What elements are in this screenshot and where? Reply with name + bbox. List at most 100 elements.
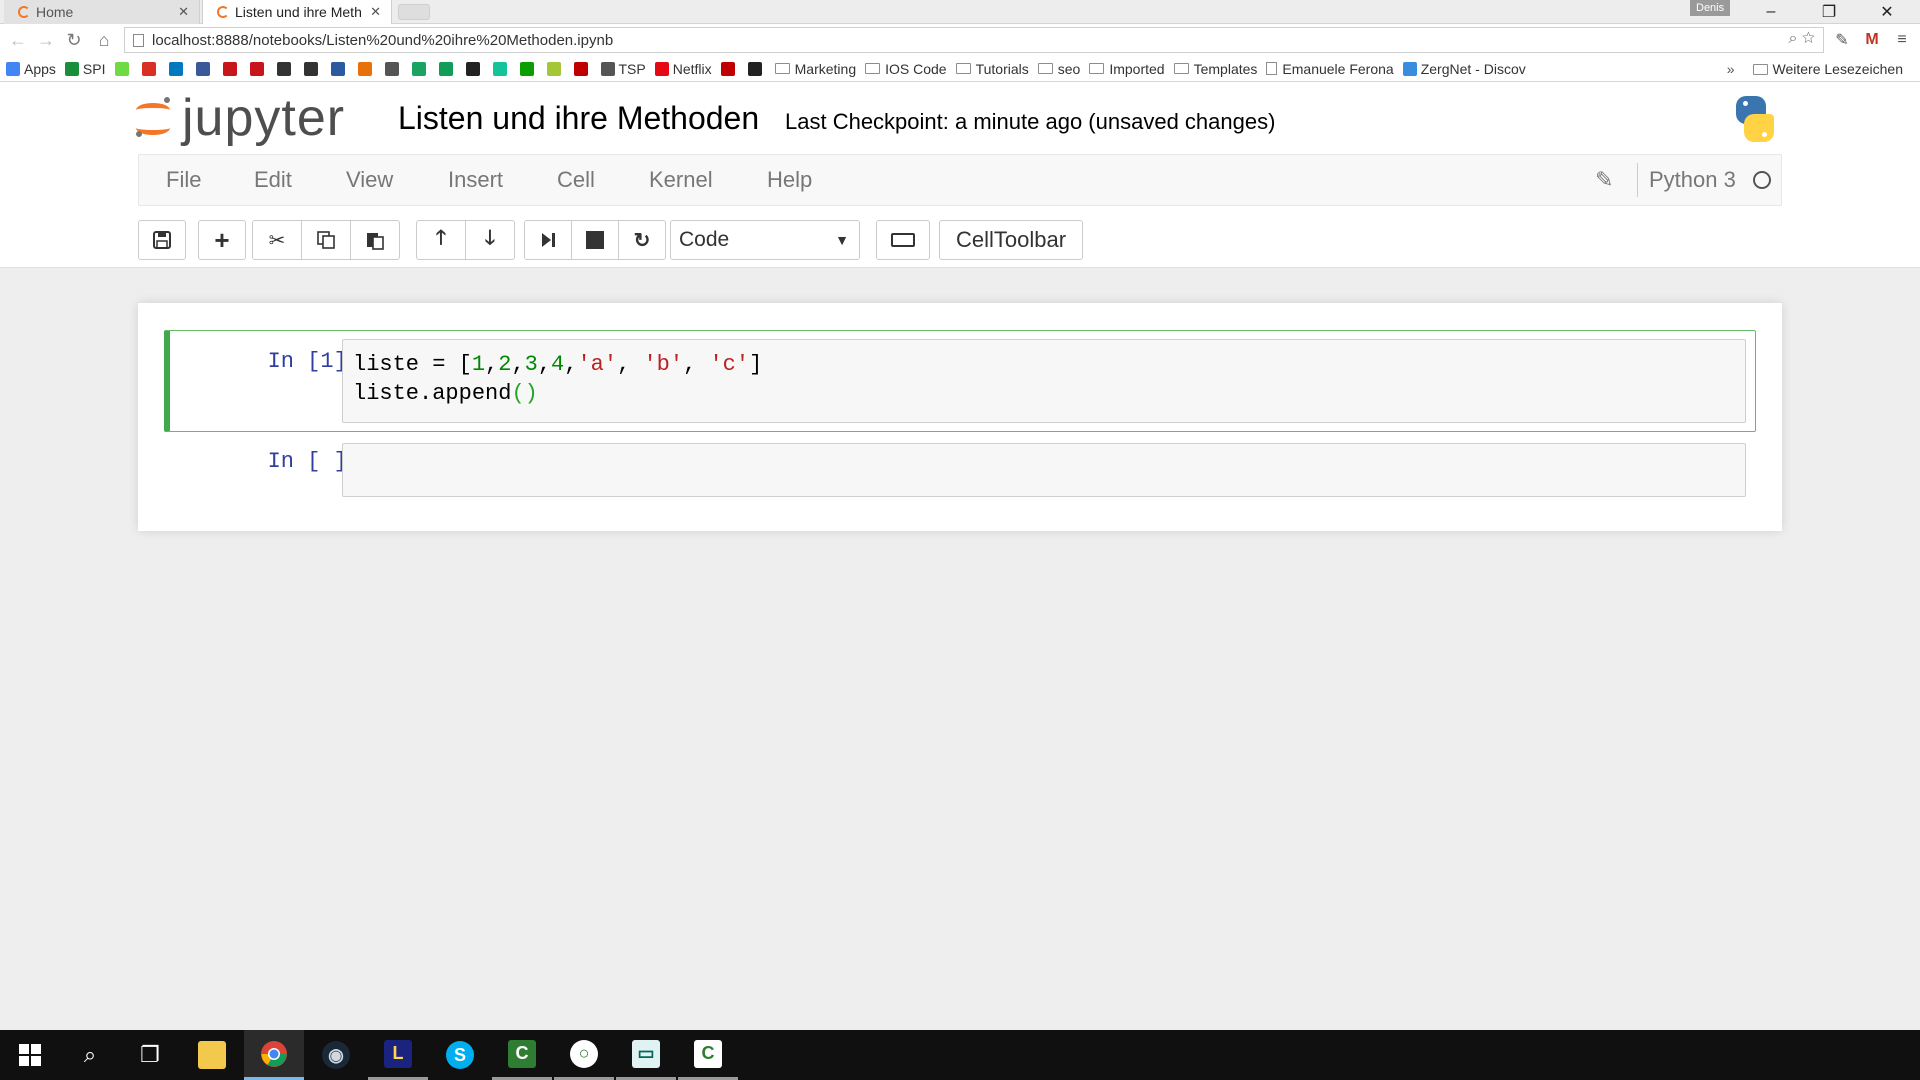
browser-toolbar: ← → ↻ ⌂ localhost:8888/notebooks/Listen%… (0, 24, 1920, 56)
bookmark-item[interactable] (546, 61, 565, 76)
copy-cells-button[interactable] (301, 220, 351, 260)
command-palette-button[interactable] (876, 220, 930, 260)
bookmark-item[interactable] (303, 61, 322, 76)
bookmark-item[interactable] (276, 61, 295, 76)
window-close-icon[interactable]: ✕ (1864, 0, 1910, 24)
bookmark-item[interactable]: ZergNet - Discov (1402, 61, 1526, 77)
tab-notebook[interactable]: Listen und ihre Meth ✕ (202, 0, 392, 24)
move-cell-up-button[interactable]: 🡑 (416, 220, 466, 260)
steam-icon[interactable]: ◉ (306, 1030, 366, 1080)
bookmark-item[interactable] (519, 61, 538, 76)
zoom-star-icons[interactable]: ⌕ ☆ (1789, 30, 1815, 48)
browser-menu-icon[interactable]: ≡ (1890, 28, 1914, 52)
screen-app-icon[interactable]: ▭ (616, 1030, 676, 1080)
bookmark-item[interactable] (114, 61, 133, 76)
jupyter-logo[interactable]: jupyter (134, 88, 345, 148)
bookmark-item[interactable] (438, 61, 457, 76)
search-icon[interactable]: ⌕ (60, 1030, 120, 1080)
task-view-icon[interactable]: ❐ (120, 1030, 180, 1080)
bookmark-item[interactable] (168, 61, 187, 76)
paste-cells-button[interactable] (350, 220, 400, 260)
new-tab-button[interactable] (398, 4, 430, 20)
menu-help[interactable]: Help (755, 155, 824, 205)
restore-icon[interactable]: ❐ (1806, 0, 1852, 24)
bookmark-label: seo (1057, 60, 1081, 77)
address-bar[interactable]: localhost:8888/notebooks/Listen%20und%20… (124, 27, 1824, 53)
bookmark-item[interactable] (411, 61, 430, 76)
code-input[interactable]: liste = [1,2,3,4,'a', 'b', 'c'] liste.ap… (342, 339, 1746, 423)
camtasia-recorder-icon[interactable]: C (678, 1030, 738, 1080)
stop-icon (586, 231, 604, 249)
green-circle-app-icon[interactable]: ○ (554, 1030, 614, 1080)
bookmark-item[interactable] (465, 61, 484, 76)
reload-icon[interactable]: ↻ (62, 28, 86, 52)
bookmark-label: Templates (1193, 60, 1258, 77)
bookmark-item[interactable]: SPI (64, 61, 106, 77)
camtasia-icon[interactable]: C (492, 1030, 552, 1080)
bookmark-item[interactable] (141, 61, 160, 76)
save-button[interactable] (138, 220, 186, 260)
home-icon[interactable]: ⌂ (92, 28, 116, 52)
menu-view[interactable]: View (334, 155, 405, 205)
extension-pen-icon[interactable]: ✎ (1830, 28, 1854, 52)
bookmark-item[interactable]: Apps (6, 61, 56, 77)
cut-cells-button[interactable]: ✂ (252, 220, 302, 260)
minimize-icon[interactable]: – (1748, 0, 1794, 24)
menu-kernel[interactable]: Kernel (637, 155, 725, 205)
cell-prompt: In [1]: (267, 349, 360, 374)
gmail-icon[interactable]: M (1860, 28, 1884, 52)
bookmark-item[interactable]: TSP (600, 61, 646, 77)
bookmark-item[interactable] (573, 61, 592, 76)
bookmark-item[interactable] (222, 61, 241, 76)
bookmark-item[interactable]: Emanuele Ferona (1266, 61, 1394, 77)
other-bookmarks[interactable]: Weitere Lesezeichen (1752, 61, 1903, 77)
bookmark-item[interactable]: Netflix (654, 61, 712, 77)
bookmark-item[interactable] (357, 61, 376, 76)
cell-type-select[interactable]: Code ▼ (670, 220, 860, 260)
back-arrow-icon[interactable]: ← (6, 28, 30, 52)
bookmark-item[interactable] (330, 61, 349, 76)
bookmark-item[interactable] (195, 61, 214, 76)
profile-badge[interactable]: Denis (1690, 0, 1731, 16)
at-icon (384, 61, 399, 76)
bookmark-item[interactable] (249, 61, 268, 76)
bookmark-item[interactable]: Marketing (774, 61, 856, 77)
folder-icon (774, 63, 790, 74)
menu-cell[interactable]: Cell (545, 155, 607, 205)
bookmark-item[interactable] (492, 61, 511, 76)
run-cell-button[interactable] (524, 220, 572, 260)
bookmark-item[interactable]: seo (1037, 60, 1081, 77)
restart-kernel-button[interactable]: ↻ (618, 220, 666, 260)
tab-close-icon[interactable]: ✕ (370, 4, 381, 20)
bookmark-item[interactable]: Imported (1089, 60, 1165, 77)
chrome-icon[interactable] (244, 1030, 304, 1080)
tab-close-icon[interactable]: ✕ (178, 4, 189, 20)
menu-insert[interactable]: Insert (436, 155, 515, 205)
menu-edit[interactable]: Edit (242, 155, 304, 205)
file-explorer-icon[interactable] (182, 1030, 242, 1080)
forward-arrow-icon[interactable]: → (34, 28, 58, 52)
move-cell-down-button[interactable]: 🡓 (465, 220, 515, 260)
skype-icon[interactable]: S (430, 1030, 490, 1080)
bookmark-item[interactable]: Tutorials (955, 61, 1029, 77)
bookmark-label: Imported (1109, 60, 1165, 77)
tab-home[interactable]: Home ✕ (4, 0, 200, 24)
menu-file[interactable]: File (154, 155, 213, 205)
bookmarks-more-icon[interactable]: » (1727, 61, 1735, 77)
app-l-icon[interactable]: L (368, 1030, 428, 1080)
interrupt-kernel-button[interactable] (571, 220, 619, 260)
code-input-empty[interactable] (342, 443, 1746, 497)
notebook-title[interactable]: Listen und ihre Methoden (398, 100, 759, 137)
celltoolbar-button[interactable]: CellToolbar (939, 220, 1083, 260)
bookmarks-bar-right: » Weitere Lesezeichen (1727, 56, 1912, 81)
tab-title: Listen und ihre Meth (235, 4, 362, 20)
e-icon (465, 61, 480, 76)
bookmark-item[interactable]: IOS Code (865, 61, 947, 77)
insert-cell-below-button[interactable]: + (198, 220, 246, 260)
bookmark-item[interactable]: Templates (1173, 60, 1258, 77)
bookmark-item[interactable] (720, 61, 739, 76)
windows-start-icon[interactable] (0, 1030, 60, 1080)
bookmark-item[interactable] (747, 61, 766, 76)
kernel-name[interactable]: Python 3 (1649, 155, 1736, 205)
bookmark-item[interactable] (384, 61, 403, 76)
